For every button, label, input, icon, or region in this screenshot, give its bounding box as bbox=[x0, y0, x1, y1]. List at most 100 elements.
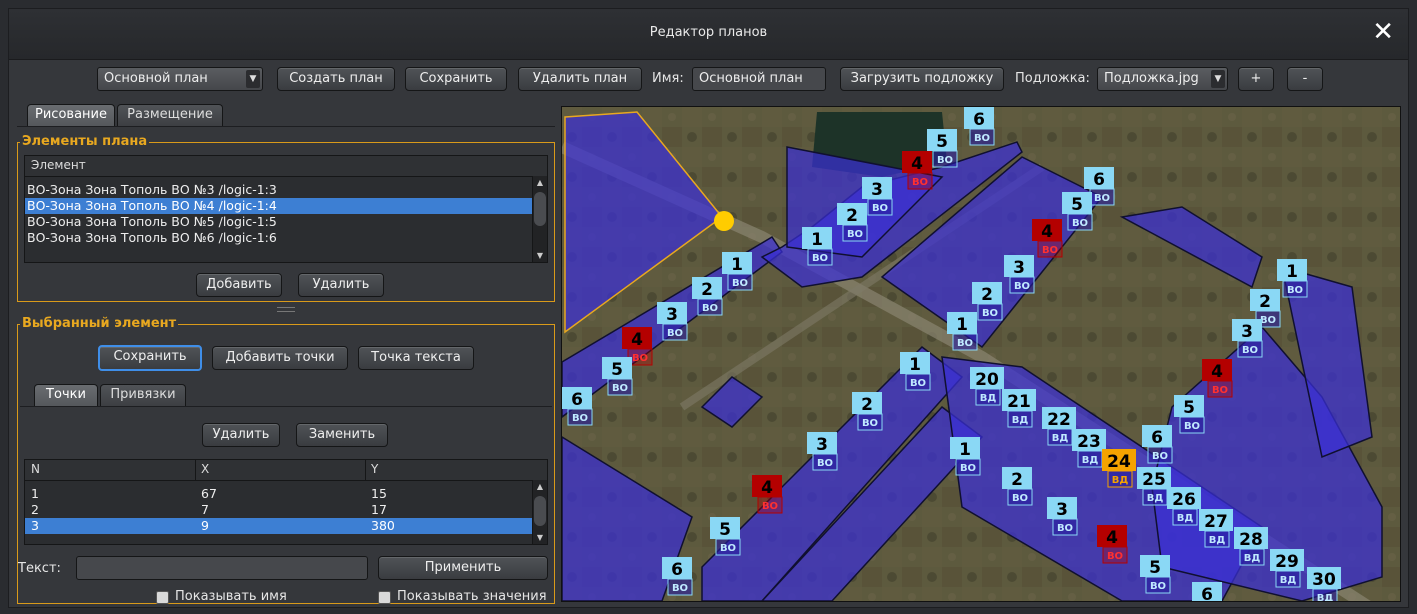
scroll-down-icon[interactable]: ▼ bbox=[533, 533, 547, 542]
plan-select[interactable]: Основной план ▼ bbox=[97, 67, 263, 91]
marker-number: 28 bbox=[1239, 530, 1263, 550]
scroll-down-icon[interactable]: ▼ bbox=[533, 251, 547, 260]
column-n: N bbox=[31, 462, 40, 476]
table-row[interactable]: ВО-Зона Зона Тополь ВО №5 /logic-1:5 bbox=[25, 214, 547, 230]
row-label: ВО-Зона Зона Тополь ВО №4 /logic-1:4 bbox=[27, 198, 277, 213]
scroll-up-icon[interactable]: ▲ bbox=[533, 482, 547, 491]
marker-number: 2 bbox=[1011, 470, 1023, 490]
marker-tag: ВО bbox=[1184, 421, 1200, 432]
marker-tag: ВО bbox=[982, 308, 998, 319]
toolbar: Основной план ▼ Создать план Сохранить У… bbox=[9, 61, 1408, 101]
marker-number: 2 bbox=[981, 285, 993, 305]
delete-plan-button[interactable]: Удалить план bbox=[518, 67, 642, 91]
splitter-handle[interactable] bbox=[277, 307, 295, 312]
window-title: Редактор планов bbox=[649, 25, 768, 40]
elements-scrollbar[interactable]: ▲ ▼ bbox=[532, 176, 547, 262]
text-label: Текст: bbox=[18, 561, 61, 576]
marker-number: 3 bbox=[1013, 258, 1025, 278]
zone-marker[interactable]: 6ВО bbox=[1192, 582, 1222, 601]
marker-tag: ВО bbox=[1212, 385, 1228, 396]
delete-point-button[interactable]: Удалить bbox=[202, 423, 280, 447]
marker-number: 4 bbox=[761, 478, 773, 498]
underlay-select-value: Подложка.jpg bbox=[1104, 71, 1199, 86]
close-icon[interactable]: ✕ bbox=[1372, 19, 1394, 45]
marker-tag: ВО bbox=[1072, 218, 1088, 229]
points-table-header: N X Y bbox=[25, 460, 547, 481]
add-element-button[interactable]: Добавить bbox=[196, 273, 282, 297]
map-svg[interactable]: 6ВО5ВО4ВО3ВО2ВО1ВО1ВО2ВО3ВО4ВО5ВО6ВО6ВО5… bbox=[562, 107, 1400, 601]
text-point-button[interactable]: Точка текста bbox=[358, 346, 474, 370]
table-row[interactable]: ВО-Зона Зона Тополь ВО №3 /logic-1:3 bbox=[25, 182, 547, 198]
text-field[interactable] bbox=[76, 556, 368, 580]
marker-number: 1 bbox=[959, 440, 971, 460]
marker-tag: ВО bbox=[910, 378, 926, 389]
underlay-select[interactable]: Подложка.jpg ▼ bbox=[1097, 67, 1228, 91]
table-row[interactable]: 3 9 380 bbox=[25, 518, 547, 534]
elements-table[interactable]: Элемент ВО-Зона Зона Тополь ВО №3 /logic… bbox=[24, 155, 548, 263]
column-y: Y bbox=[371, 462, 379, 476]
scroll-up-icon[interactable]: ▲ bbox=[533, 178, 547, 187]
marker-number: 4 bbox=[631, 330, 643, 350]
delete-element-button[interactable]: Удалить bbox=[298, 273, 384, 297]
tab-bindings[interactable]: Привязки bbox=[100, 384, 186, 406]
marker-number: 22 bbox=[1047, 410, 1071, 430]
table-row[interactable]: ВО-Зона Зона Тополь ВО №4 /logic-1:4 bbox=[25, 198, 547, 214]
show-values-checkbox[interactable] bbox=[378, 591, 391, 604]
table-row[interactable]: ВО-Зона Зона Тополь ВО №6 /logic-1:6 bbox=[25, 230, 547, 246]
marker-tag: ВО bbox=[612, 383, 628, 394]
marker-tag: ВО bbox=[960, 463, 976, 474]
load-underlay-button[interactable]: Загрузить подложку bbox=[840, 67, 1004, 91]
scroll-thumb[interactable] bbox=[534, 496, 546, 526]
marker-tag: ВО bbox=[762, 501, 778, 512]
marker-number: 29 bbox=[1275, 552, 1299, 572]
tab-drawing[interactable]: Рисование bbox=[27, 104, 115, 126]
zoom-in-button[interactable]: + bbox=[1238, 67, 1274, 91]
marker-number: 25 bbox=[1142, 470, 1166, 490]
marker-tag: ВО bbox=[732, 278, 748, 289]
scroll-thumb[interactable] bbox=[534, 192, 546, 226]
marker-number: 2 bbox=[861, 395, 873, 415]
column-x: X bbox=[201, 462, 210, 476]
marker-tag: ВО bbox=[632, 353, 648, 364]
table-row[interactable]: 2 7 17 bbox=[25, 502, 547, 518]
marker-number: 1 bbox=[956, 315, 968, 335]
row-label: ВО-Зона Зона Тополь ВО №3 /logic-1:3 bbox=[27, 182, 277, 197]
plan-select-value: Основной план bbox=[104, 71, 208, 86]
marker-tag: ВО bbox=[1012, 493, 1028, 504]
marker-number: 6 bbox=[671, 560, 683, 580]
save-element-button[interactable]: Сохранить bbox=[98, 345, 202, 371]
marker-tag: ВО bbox=[847, 229, 863, 240]
marker-number: 5 bbox=[936, 132, 948, 152]
show-values-label: Показывать значения bbox=[397, 589, 547, 604]
marker-number: 6 bbox=[1093, 170, 1105, 190]
plan-name-field[interactable]: Основной план bbox=[692, 67, 826, 91]
marker-tag: ВО bbox=[912, 177, 928, 188]
points-scrollbar[interactable]: ▲ ▼ bbox=[532, 480, 547, 544]
marker-tag: ВО bbox=[702, 303, 718, 314]
plan-map-canvas[interactable]: 6 ВО 5 ВО 4 ВО 3 ВО 2 ВО 1 ВО 1 ВО 2 ВО 3 ВО 4 ВО 5 ВО 6 ВО 6 ВО 5… bbox=[561, 106, 1401, 602]
tab-points[interactable]: Точки bbox=[34, 384, 98, 406]
row-label: ВО-Зона Зона Тополь ВО №5 /logic-1:5 bbox=[27, 214, 277, 229]
replace-point-button[interactable]: Заменить bbox=[296, 423, 388, 447]
marker-number: 3 bbox=[816, 435, 828, 455]
marker-number: 4 bbox=[1041, 222, 1053, 242]
chevron-down-icon: ▼ bbox=[246, 70, 260, 88]
show-name-checkbox[interactable] bbox=[156, 591, 169, 604]
table-row[interactable]: 1 67 15 bbox=[25, 486, 547, 502]
zoom-out-button[interactable]: - bbox=[1287, 67, 1323, 91]
points-table[interactable]: N X Y 1 67 15 2 7 17 3 9 380 ▲ ▼ bbox=[24, 459, 548, 545]
cell-n: 2 bbox=[31, 502, 39, 517]
marker-tag: ВО bbox=[1260, 315, 1276, 326]
apply-button[interactable]: Применить bbox=[378, 556, 548, 580]
marker-number: 27 bbox=[1204, 512, 1228, 532]
save-plan-button[interactable]: Сохранить bbox=[405, 67, 507, 91]
marker-number: 3 bbox=[1241, 322, 1253, 342]
create-plan-button[interactable]: Создать план bbox=[277, 67, 395, 91]
marker-number: 1 bbox=[909, 355, 921, 375]
marker-tag: ВО bbox=[872, 203, 888, 214]
marker-tag: ВД bbox=[980, 393, 997, 404]
marker-tag: ВО bbox=[667, 328, 683, 339]
add-points-button[interactable]: Добавить точки bbox=[212, 346, 348, 370]
vertex-handle[interactable] bbox=[714, 211, 734, 231]
tab-placement[interactable]: Размещение bbox=[117, 104, 223, 126]
